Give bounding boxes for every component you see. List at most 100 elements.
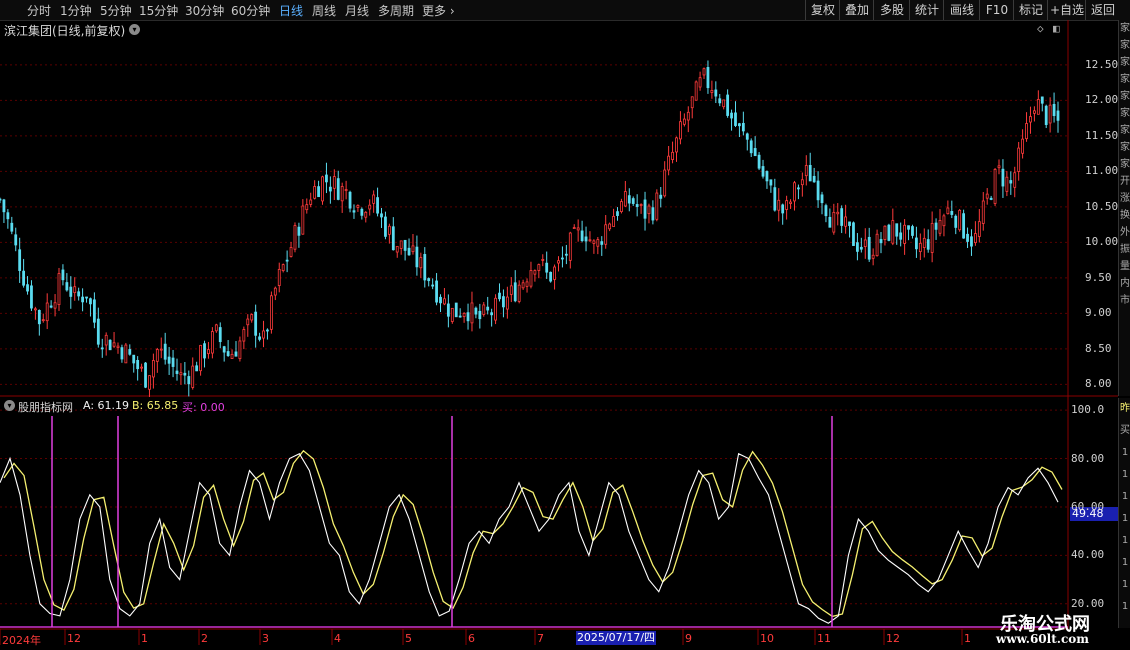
candle-body xyxy=(112,342,116,347)
candle-body xyxy=(871,254,875,259)
side-quote-1: 买 xyxy=(1120,425,1130,436)
candle-body xyxy=(148,375,151,390)
candle-body xyxy=(0,198,2,201)
candle-body xyxy=(592,240,596,244)
candle-body xyxy=(793,182,796,202)
candle-body xyxy=(73,286,77,293)
candle-body xyxy=(140,366,143,369)
date-tick-2: 1 xyxy=(141,632,148,645)
price-tick-7: 9.00 xyxy=(1085,306,1112,320)
side-label-15: 内 xyxy=(1120,278,1130,289)
candle-body xyxy=(509,285,513,295)
indicator-b-value: B: 65.85 xyxy=(132,399,179,412)
candle-body xyxy=(627,195,631,204)
chevron-down-icon[interactable]: ▾ xyxy=(129,24,140,35)
candle-body xyxy=(1040,96,1044,104)
diamond-icon[interactable]: ◇ xyxy=(1037,22,1044,35)
candle-body xyxy=(321,176,324,202)
candle-body xyxy=(470,302,474,324)
candle-body xyxy=(356,205,360,208)
candle-body xyxy=(863,239,867,248)
candle-body xyxy=(486,306,490,311)
chevron-down-icon[interactable]: ▾ xyxy=(4,400,15,411)
side-label-13: 振 xyxy=(1120,244,1130,255)
candle-body xyxy=(875,233,879,257)
candle-body xyxy=(454,302,458,318)
candle-body xyxy=(1029,116,1032,123)
candle-body xyxy=(773,187,777,211)
side-label-5: 家 xyxy=(1120,108,1130,119)
candle-body xyxy=(179,372,183,376)
candle-body xyxy=(100,347,104,350)
candle-body xyxy=(675,137,678,153)
candle-body xyxy=(380,213,383,218)
candle-body xyxy=(317,186,320,198)
candle-body xyxy=(171,357,175,367)
side-label-16: 市 xyxy=(1120,295,1130,306)
candle-body xyxy=(37,309,41,325)
candle-body xyxy=(258,336,261,340)
candle-body xyxy=(545,262,549,273)
candle-body xyxy=(399,240,403,249)
side-quote-3: 1 xyxy=(1121,469,1129,480)
side-quote-4: 1 xyxy=(1121,491,1129,502)
candle-body xyxy=(305,204,309,211)
candle-body xyxy=(446,303,450,317)
candle-body xyxy=(191,365,195,388)
candle-body xyxy=(309,199,313,205)
candle-body xyxy=(336,178,340,200)
candle-body xyxy=(608,223,612,230)
side-label-8: 家 xyxy=(1120,159,1130,170)
candle-body xyxy=(600,241,604,245)
candle-body xyxy=(266,329,269,332)
candle-body xyxy=(1052,103,1056,117)
candle-body xyxy=(911,226,914,236)
side-quote-strip[interactable]: 昨买 1 1 1 1 1 1 1 1 xyxy=(1118,398,1130,628)
candle-body xyxy=(517,284,521,302)
candle-body xyxy=(808,164,812,182)
indicator-a-value: A: 61.19 xyxy=(83,399,130,412)
candle-body xyxy=(57,273,61,306)
side-label-3: 家 xyxy=(1120,74,1130,85)
candle-body xyxy=(482,304,486,315)
candle-body xyxy=(443,298,446,305)
candle-body xyxy=(800,179,804,186)
side-quote-8: 1 xyxy=(1121,579,1129,590)
indicator-tick-1: 80.00 xyxy=(1071,451,1105,465)
candle-body xyxy=(730,112,733,119)
candle-body xyxy=(663,169,667,197)
candle-body xyxy=(419,257,423,269)
candle-body xyxy=(934,222,938,230)
candle-body xyxy=(466,312,470,322)
candle-body xyxy=(954,215,958,228)
panel-toggle-icon[interactable]: ◧ xyxy=(1053,22,1060,35)
candle-body xyxy=(407,247,411,256)
candle-body xyxy=(997,165,1001,169)
candle-body xyxy=(797,187,800,190)
side-quote-6: 1 xyxy=(1121,535,1129,546)
candle-body xyxy=(714,89,718,97)
candle-body xyxy=(513,282,517,302)
candle-body xyxy=(942,215,946,227)
indicator-name[interactable]: 股朋指标网 xyxy=(18,399,73,415)
candle-body xyxy=(879,239,883,244)
candle-body xyxy=(525,281,529,287)
candle-body xyxy=(18,249,22,271)
chart-canvas[interactable] xyxy=(0,0,1130,650)
side-label-7: 家 xyxy=(1120,142,1130,153)
date-tick-5: 4 xyxy=(334,632,341,645)
candle-body xyxy=(344,189,348,191)
candle-body xyxy=(533,270,537,275)
candle-body xyxy=(1044,105,1048,125)
candle-body xyxy=(557,260,560,264)
candle-body xyxy=(183,372,187,376)
side-info-strip[interactable]: 家家家家家家家家家开涨换外振量内市 xyxy=(1118,20,1130,396)
candle-body xyxy=(81,296,84,303)
candle-body xyxy=(435,280,438,303)
candle-body xyxy=(564,253,568,256)
candle-body xyxy=(293,225,297,250)
indicator-tick-3: 40.00 xyxy=(1071,548,1105,562)
candle-body xyxy=(6,212,10,220)
candle-body xyxy=(431,284,435,287)
candle-body xyxy=(384,216,387,237)
